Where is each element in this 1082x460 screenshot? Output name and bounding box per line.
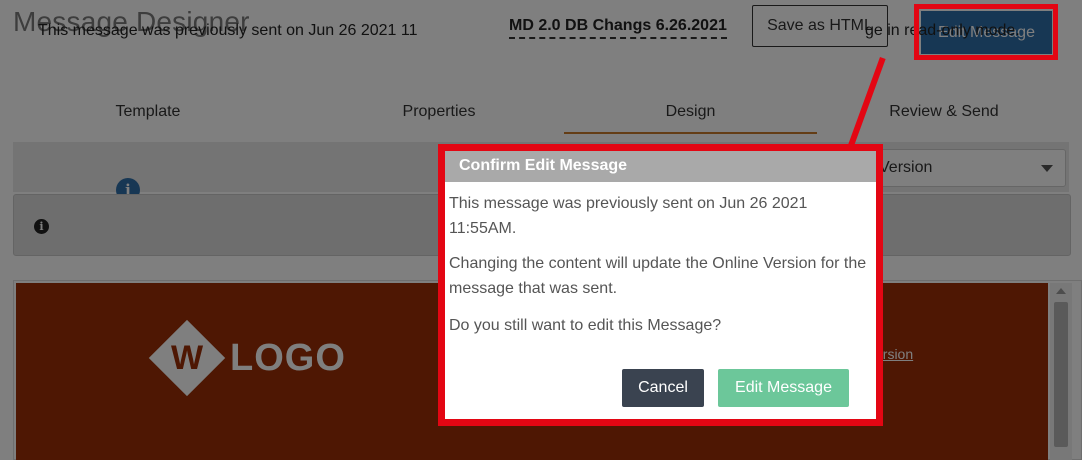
message-designer-page: Message Designer MD 2.0 DB Changs 6.26.2…	[0, 0, 1082, 460]
dialog-highlight	[438, 144, 883, 426]
edit-button-highlight	[914, 4, 1058, 60]
